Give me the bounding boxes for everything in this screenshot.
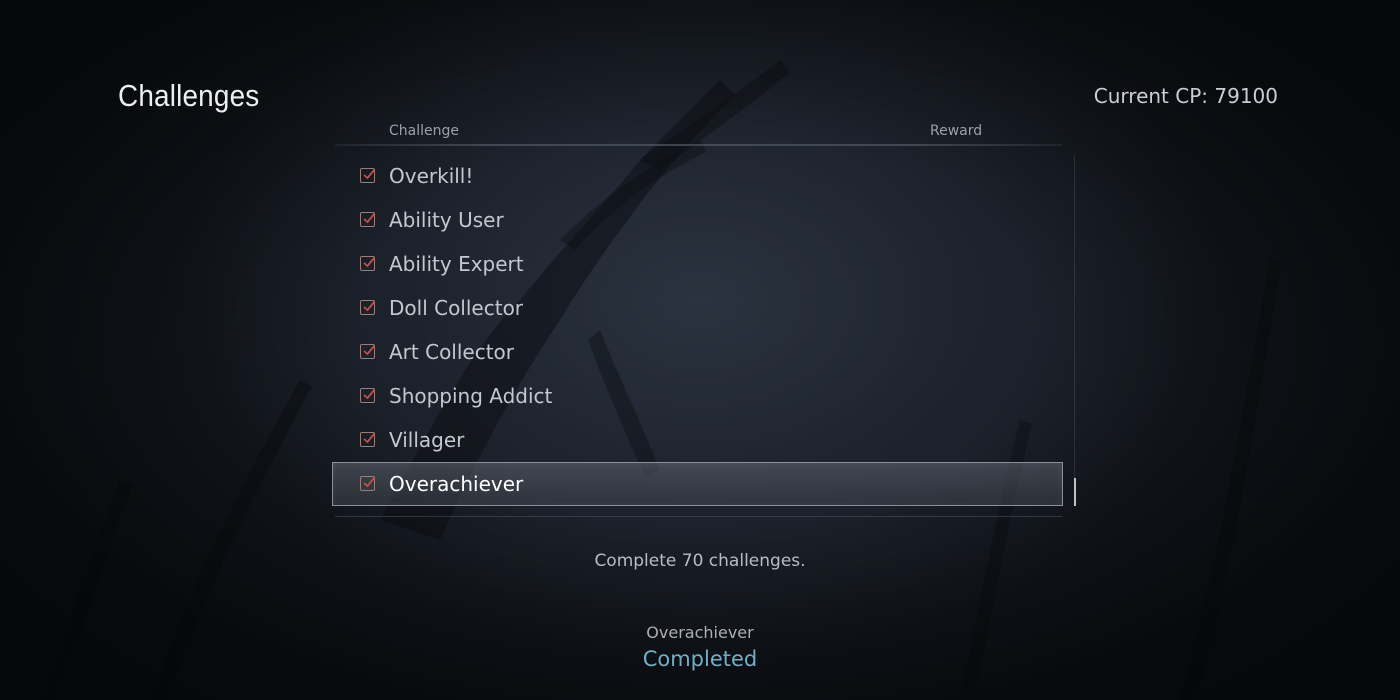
checkbox-checked-icon — [360, 476, 376, 491]
challenge-description: Complete 70 challenges. — [594, 551, 806, 571]
checkbox-checked-icon — [360, 344, 376, 359]
column-header-reward: Reward — [930, 123, 983, 139]
checkbox-checked-icon — [360, 388, 376, 403]
challenge-name: Ability User — [389, 208, 504, 232]
challenge-name: Overachiever — [389, 472, 524, 496]
challenge-row[interactable]: Ability User — [332, 198, 1063, 242]
checkbox-checked-icon — [360, 432, 376, 447]
challenge-name: Overkill! — [389, 164, 474, 188]
challenge-row[interactable]: Shopping Addict — [332, 374, 1063, 418]
checkbox-checked-icon — [360, 168, 376, 183]
checkbox-checked-icon — [360, 212, 376, 227]
page-title: Challenges — [118, 78, 260, 113]
scrollbar-thumb[interactable] — [1074, 478, 1076, 506]
challenge-row-selected[interactable]: Overachiever — [332, 462, 1063, 506]
challenge-row[interactable]: Villager — [332, 418, 1063, 462]
checkbox-checked-icon — [360, 300, 376, 315]
column-header-challenge: Challenge — [389, 123, 459, 139]
checkbox-checked-icon — [360, 256, 376, 271]
challenge-name: Shopping Addict — [389, 384, 553, 408]
scrollbar-track[interactable] — [1074, 155, 1075, 505]
challenge-list: Overkill! Ability User Ability Expert Do… — [332, 154, 1063, 506]
current-cp-counter: Current CP: 79100 — [1093, 84, 1278, 108]
challenge-status: Completed — [642, 647, 758, 671]
challenge-name: Art Collector — [389, 340, 515, 364]
challenge-row[interactable]: Ability Expert — [332, 242, 1063, 286]
challenge-row[interactable]: Doll Collector — [332, 286, 1063, 330]
challenge-name: Doll Collector — [389, 296, 524, 320]
challenge-row[interactable]: Overkill! — [332, 154, 1063, 198]
selected-challenge-name: Overachiever — [646, 623, 754, 642]
header-divider — [335, 144, 1062, 146]
challenges-screen: Challenges Current CP: 79100 Challenge R… — [0, 0, 1400, 700]
challenge-name: Villager — [389, 428, 465, 452]
list-divider — [335, 516, 1062, 517]
challenge-name: Ability Expert — [389, 252, 524, 276]
challenge-row[interactable]: Art Collector — [332, 330, 1063, 374]
